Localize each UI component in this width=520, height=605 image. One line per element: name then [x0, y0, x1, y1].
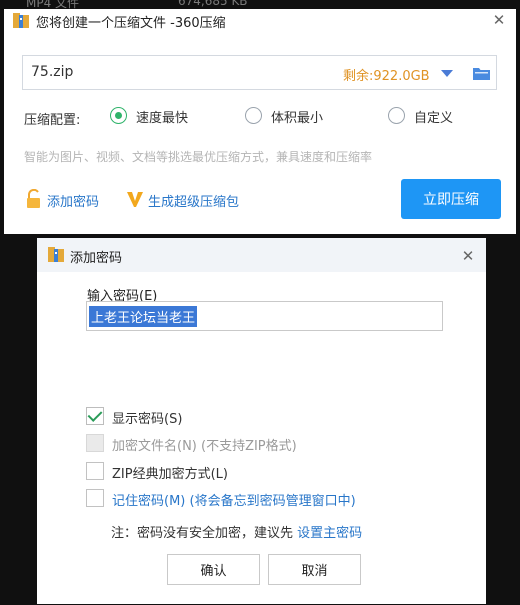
add-password-label: 添加密码 — [47, 195, 100, 210]
cancel-button[interactable]: 取消 — [268, 554, 361, 585]
encrypt-filename-checkbox: 加密文件名(N) (不支持ZIP格式) — [86, 434, 346, 454]
radio-custom-label: 自定义 — [414, 111, 454, 126]
zip-classic-encryption-label: ZIP经典加密方式(L) — [112, 467, 228, 482]
super-pack-link[interactable]: 生成超级压缩包 — [126, 190, 251, 210]
show-password-checkbox[interactable]: 显示密码(S) — [86, 407, 226, 427]
archive-path-field[interactable]: 75.zip 剩余:922.0GB — [22, 55, 497, 90]
password-dialog: 添加密码 ✕ 输入密码(E) 上老王论坛当老王 显示密码(S) 加密文件名(N)… — [37, 238, 486, 604]
close-icon[interactable]: ✕ — [460, 248, 476, 264]
set-master-password-link[interactable]: 设置主密码 — [297, 526, 362, 541]
compress-dialog-titlebar: 您将创建一个压缩文件 -360压缩 ✕ — [4, 9, 516, 35]
super-pack-label: 生成超级压缩包 — [148, 195, 240, 210]
compress-dialog: 您将创建一个压缩文件 -360压缩 ✕ 75.zip 剩余:922.0GB 压缩… — [4, 9, 516, 234]
radio-circle[interactable] — [388, 107, 405, 124]
checkbox-box — [86, 434, 104, 452]
chevron-down-icon[interactable] — [441, 70, 453, 77]
checkbox-box[interactable] — [86, 489, 104, 507]
checkbox-box[interactable] — [86, 462, 104, 480]
password-field[interactable]: 上老王论坛当老王 — [86, 301, 443, 331]
password-dialog-title: 添加密码 — [70, 251, 123, 266]
folder-icon[interactable] — [473, 67, 490, 80]
archive-file-name: 75.zip — [31, 64, 74, 80]
remember-password-checkbox[interactable]: 记住密码(M) (将会备忘到密码管理窗口中) — [86, 489, 406, 509]
password-value: 上老王论坛当老王 — [89, 306, 198, 327]
ok-button[interactable]: 确认 — [167, 554, 260, 585]
radio-smallest[interactable]: 体积最小 — [245, 107, 345, 127]
remember-password-label: 记住密码(M) (将会备忘到密码管理窗口中) — [112, 494, 356, 509]
radio-fastest[interactable]: 速度最快 — [110, 107, 210, 127]
radio-custom[interactable]: 自定义 — [388, 107, 468, 127]
radio-smallest-label: 体积最小 — [271, 111, 324, 126]
lock-icon — [27, 189, 40, 208]
radio-fastest-label: 速度最快 — [136, 111, 189, 126]
add-password-link[interactable]: 添加密码 — [25, 189, 115, 210]
archive-app-icon — [48, 247, 64, 262]
zip-classic-encryption-checkbox[interactable]: ZIP经典加密方式(L) — [86, 462, 266, 482]
v-badge-icon — [127, 192, 143, 207]
security-note: 注：密码没有安全加密，建议先 设置主密码 — [111, 522, 362, 541]
compress-hint: 智能为图片、视频、文档等挑选最优压缩方式，兼具速度和压缩率 — [24, 150, 373, 164]
check-mark-icon — [87, 407, 103, 422]
radio-circle[interactable] — [110, 107, 127, 124]
close-icon[interactable]: ✕ — [491, 12, 507, 28]
checkbox-box[interactable] — [86, 407, 104, 425]
password-dialog-titlebar: 添加密码 ✕ — [37, 238, 486, 272]
security-note-text: 注：密码没有安全加密，建议先 — [111, 526, 298, 541]
background-file-size: 674,685 KB — [178, 0, 248, 8]
compress-dialog-title: 您将创建一个压缩文件 -360压缩 — [36, 16, 226, 31]
compress-now-button[interactable]: 立即压缩 — [401, 179, 501, 219]
free-space-label: 剩余:922.0GB — [343, 69, 430, 84]
archive-app-icon — [13, 13, 29, 28]
show-password-label: 显示密码(S) — [112, 412, 183, 427]
compress-config-label: 压缩配置: — [24, 113, 81, 128]
encrypt-filename-label: 加密文件名(N) (不支持ZIP格式) — [112, 439, 297, 454]
radio-circle[interactable] — [245, 107, 262, 124]
